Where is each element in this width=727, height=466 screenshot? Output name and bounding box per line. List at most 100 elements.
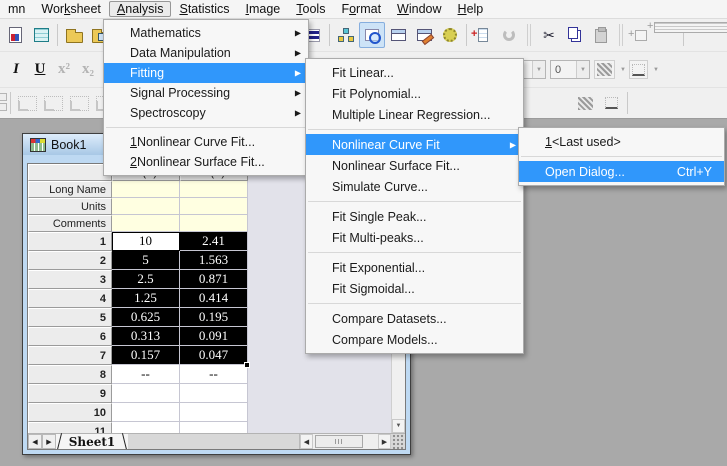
row-header-1[interactable]: 1 bbox=[28, 232, 112, 251]
menu-item-nonlinear-curve-fit[interactable]: Nonlinear Curve Fit▶ bbox=[306, 134, 523, 155]
resize-grip[interactable] bbox=[391, 434, 405, 449]
menu-item-fit-linear[interactable]: Fit Linear... bbox=[306, 62, 523, 83]
cut-button[interactable]: ✂ bbox=[536, 22, 562, 48]
menu-item-data-manipulation[interactable]: Data Manipulation▶ bbox=[104, 43, 308, 63]
menu-item-fit-multi-peaks[interactable]: Fit Multi-peaks... bbox=[306, 227, 523, 248]
scroll-left-button[interactable]: ◀ bbox=[300, 434, 313, 449]
tab-sheet1[interactable]: Sheet1 bbox=[56, 434, 128, 449]
menu-item-open-dialog[interactable]: Open Dialog...Ctrl+Y bbox=[519, 161, 724, 182]
add-column-button[interactable] bbox=[470, 22, 496, 48]
cell-b3[interactable]: 0.871 bbox=[180, 270, 248, 289]
layout-tool-button-3[interactable] bbox=[66, 90, 92, 116]
cell-b2[interactable]: 1.563 bbox=[180, 251, 248, 270]
cell-b6[interactable]: 0.091 bbox=[180, 327, 248, 346]
copy-button[interactable] bbox=[562, 22, 588, 48]
add-graph-table-button[interactable] bbox=[654, 22, 680, 48]
chevron-down-icon[interactable]: ▼ bbox=[653, 67, 659, 73]
cell-b1[interactable]: 2.41 bbox=[180, 232, 248, 251]
cell-a2[interactable]: 5 bbox=[112, 251, 180, 270]
selection-handle[interactable] bbox=[244, 362, 250, 368]
new-workbook-button[interactable] bbox=[28, 22, 54, 48]
horizontal-scroll-track[interactable] bbox=[313, 434, 378, 449]
cell-a10[interactable] bbox=[112, 403, 180, 422]
menu-worksheet[interactable]: Worksheet bbox=[33, 1, 109, 17]
scroll-right-button[interactable]: ▶ bbox=[378, 434, 391, 449]
menu-item-fit-exponential[interactable]: Fit Exponential... bbox=[306, 257, 523, 278]
project-explorer-button[interactable] bbox=[333, 22, 359, 48]
worksheet-edit-button[interactable] bbox=[411, 22, 437, 48]
scroll-down-button[interactable]: ▼ bbox=[392, 419, 405, 433]
cell-a4[interactable]: 1.25 bbox=[112, 289, 180, 308]
open-button[interactable] bbox=[61, 22, 87, 48]
row-header-2[interactable]: 2 bbox=[28, 251, 112, 270]
cell-b9[interactable] bbox=[180, 384, 248, 403]
preview-button[interactable] bbox=[359, 22, 385, 48]
menu-item-simulate-curve[interactable]: Simulate Curve... bbox=[306, 176, 523, 197]
row-header-6[interactable]: 6 bbox=[28, 327, 112, 346]
menu-item-spectroscopy[interactable]: Spectroscopy▶ bbox=[104, 103, 308, 123]
row-header-11[interactable]: 11 bbox=[28, 422, 112, 433]
comments-cell-a[interactable] bbox=[112, 215, 180, 232]
horizontal-scrollbar[interactable]: ◀ ▶ bbox=[299, 434, 391, 449]
menu-help[interactable]: Help bbox=[450, 1, 492, 17]
menu-window[interactable]: Window bbox=[389, 1, 449, 17]
options-button[interactable] bbox=[437, 22, 463, 48]
units-cell-a[interactable] bbox=[112, 198, 180, 215]
cell-a3[interactable]: 2.5 bbox=[112, 270, 180, 289]
cell-b11[interactable] bbox=[180, 422, 248, 433]
menu-item-fitting[interactable]: Fitting▶ bbox=[104, 63, 308, 83]
row-header-4[interactable]: 4 bbox=[28, 289, 112, 308]
menu-item-mathematics[interactable]: Mathematics▶ bbox=[104, 23, 308, 43]
menu-column-partial[interactable]: mn bbox=[0, 1, 33, 17]
sheet-prev-button[interactable]: ◀ bbox=[28, 434, 42, 449]
layout-tool-button-1[interactable] bbox=[14, 90, 40, 116]
row-header-10[interactable]: 10 bbox=[28, 403, 112, 422]
new-project-button[interactable] bbox=[2, 22, 28, 48]
menu-item-fit-sigmoidal[interactable]: Fit Sigmoidal... bbox=[306, 278, 523, 299]
layers-icon[interactable] bbox=[0, 93, 7, 113]
menu-format[interactable]: Format bbox=[333, 1, 389, 17]
row-header-9[interactable]: 9 bbox=[28, 384, 112, 403]
row-header-7[interactable]: 7 bbox=[28, 346, 112, 365]
cell-b4[interactable]: 0.414 bbox=[180, 289, 248, 308]
long-name-cell-b[interactable] bbox=[180, 181, 248, 198]
worksheet-view-button[interactable] bbox=[385, 22, 411, 48]
italic-button[interactable]: I bbox=[4, 58, 28, 82]
cell-b10[interactable] bbox=[180, 403, 248, 422]
menu-item-recent-2-nonlinear-surface-fit[interactable]: 2 Nonlinear Surface Fit... bbox=[104, 152, 308, 172]
row-header-3[interactable]: 3 bbox=[28, 270, 112, 289]
layout-tool-button-2[interactable] bbox=[40, 90, 66, 116]
row-header-8[interactable]: 8 bbox=[28, 365, 112, 384]
sheet-next-button[interactable]: ▶ bbox=[42, 434, 56, 449]
menu-item-compare-datasets[interactable]: Compare Datasets... bbox=[306, 308, 523, 329]
border-style-button[interactable] bbox=[629, 60, 648, 79]
menu-statistics[interactable]: Statistics bbox=[171, 1, 237, 17]
horizontal-scroll-thumb[interactable] bbox=[315, 435, 363, 448]
toolbar-handle[interactable] bbox=[619, 24, 623, 46]
border-tool-button[interactable] bbox=[598, 90, 624, 116]
size-combo[interactable]: 0 ▼ bbox=[550, 60, 590, 79]
menu-analysis[interactable]: Analysis bbox=[109, 1, 172, 17]
menu-item-compare-models[interactable]: Compare Models... bbox=[306, 329, 523, 350]
chevron-down-icon[interactable]: ▼ bbox=[532, 61, 545, 78]
menu-tools[interactable]: Tools bbox=[288, 1, 333, 17]
menu-item-signal-processing[interactable]: Signal Processing▶ bbox=[104, 83, 308, 103]
refresh-button[interactable] bbox=[496, 22, 522, 48]
row-header-comments[interactable]: Comments bbox=[28, 215, 112, 232]
corner-header-cell[interactable] bbox=[28, 164, 112, 181]
long-name-cell-a[interactable] bbox=[112, 181, 180, 198]
cell-a5[interactable]: 0.625 bbox=[112, 308, 180, 327]
cell-a11[interactable] bbox=[112, 422, 180, 433]
menu-item-fit-single-peak[interactable]: Fit Single Peak... bbox=[306, 206, 523, 227]
cell-b7[interactable]: 0.047 bbox=[180, 346, 248, 365]
cell-a9[interactable] bbox=[112, 384, 180, 403]
cell-b5[interactable]: 0.195 bbox=[180, 308, 248, 327]
menu-item-nonlinear-surface-fit[interactable]: Nonlinear Surface Fit... bbox=[306, 155, 523, 176]
menu-image[interactable]: Image bbox=[238, 1, 289, 17]
row-header-units[interactable]: Units bbox=[28, 198, 112, 215]
subscript-button[interactable]: x₂ bbox=[76, 58, 100, 82]
cell-a6[interactable]: 0.313 bbox=[112, 327, 180, 346]
superscript-button[interactable]: x² bbox=[52, 58, 76, 82]
fill-pattern-button[interactable] bbox=[594, 60, 615, 79]
fill-tool-button[interactable] bbox=[572, 90, 598, 116]
